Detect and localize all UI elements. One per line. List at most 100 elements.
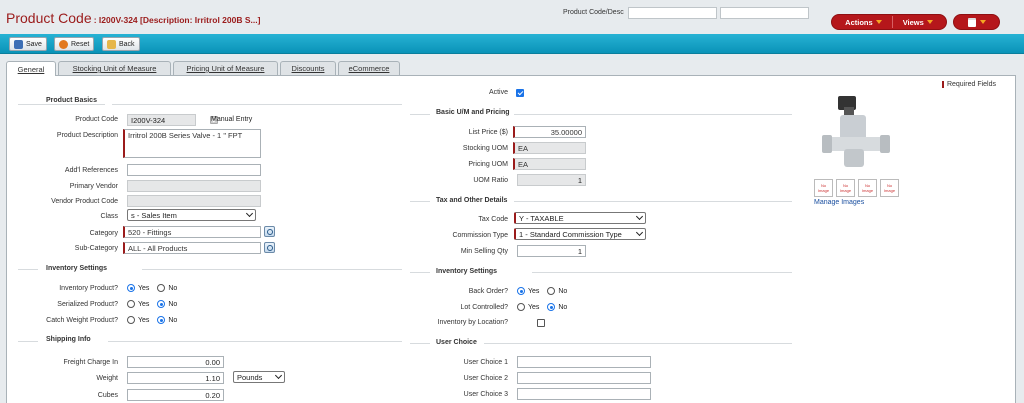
back-button[interactable]: Back [102, 37, 140, 51]
lot-controlled-label: Lot Controlled? [460, 304, 508, 311]
pricing-uom-field: EA [513, 158, 586, 170]
valve-image [822, 96, 890, 167]
thumbnail[interactable]: No Image [814, 179, 833, 197]
tab-pricing-uom[interactable]: Pricing Unit of Measure [173, 61, 278, 75]
weight-field[interactable]: 1.10 [127, 372, 224, 384]
additional-references-label: Add'l References [64, 167, 118, 174]
category-label: Category [89, 230, 118, 237]
stocking-uom-label: Stocking UOM [462, 145, 508, 152]
save-button[interactable]: Save [9, 37, 47, 51]
user-choice-2-label: User Choice 2 [463, 375, 508, 382]
manage-images-link[interactable]: Manage Images [814, 199, 864, 206]
lot-controlled-yes-radio[interactable] [517, 303, 525, 311]
reset-button[interactable]: Reset [54, 37, 95, 51]
toolbar: Save Reset Back [0, 34, 1024, 54]
user-choice-1-field[interactable] [517, 356, 651, 368]
product-description-field[interactable]: Irritrol 200B Series Valve - 1 " FPT [123, 129, 261, 158]
min-selling-qty-field[interactable]: 1 [517, 245, 586, 257]
manual-entry-label: Manual Entry [211, 116, 253, 123]
actions-button[interactable]: Actions [845, 18, 882, 27]
active-checkbox[interactable] [516, 89, 524, 98]
chevron-down-icon [875, 20, 882, 24]
thumbnail[interactable]: No Image [858, 179, 877, 197]
section-basic-um-pricing: Basic U/M and Pricing [436, 109, 510, 116]
weight-unit-select[interactable]: Pounds [233, 371, 285, 383]
catch-weight-radio-group: Yes No [127, 316, 177, 324]
back-order-label: Back Order? [468, 288, 508, 295]
chevron-down-icon [635, 229, 644, 237]
vendor-product-code-field [127, 195, 261, 207]
clipboard-icon [967, 17, 976, 27]
vendor-product-code-label: Vendor Product Code [51, 198, 118, 205]
commission-type-select[interactable]: 1 - Standard Commission Type [514, 228, 646, 240]
chevron-down-icon [926, 20, 933, 24]
section-inventory-settings: Inventory Settings [46, 265, 108, 272]
clipboard-menu-button[interactable] [953, 14, 1000, 30]
list-price-field[interactable]: 35.00000 [513, 126, 586, 138]
tax-code-label: Tax Code [478, 216, 508, 223]
cubes-label: Cubes [97, 392, 118, 399]
sub-category-search-icon[interactable] [264, 242, 275, 253]
product-code-label: Product Code [75, 116, 118, 123]
uom-ratio-field: 1 [517, 174, 586, 186]
class-label: Class [100, 213, 118, 220]
section-inventory-settings-right: Inventory Settings [436, 268, 498, 275]
back-order-radio-group: Yes No [517, 287, 567, 295]
serialized-yes-radio[interactable] [127, 300, 135, 308]
user-choice-3-field[interactable] [517, 388, 651, 400]
product-code-field: I200V-324 [127, 114, 196, 126]
views-button[interactable]: Views [903, 18, 933, 27]
inventory-by-location-checkbox[interactable] [537, 319, 546, 328]
lot-controlled-no-radio[interactable] [547, 303, 556, 311]
thumbnail[interactable]: No Image [836, 179, 855, 197]
chevron-down-icon [245, 210, 254, 218]
product-image[interactable] [814, 93, 898, 175]
tab-stocking-uom[interactable]: Stocking Unit of Measure [58, 61, 171, 75]
sub-category-field[interactable]: ALL - All Products [123, 242, 261, 254]
category-field[interactable]: 520 - Fittings [123, 226, 261, 238]
inventory-product-yes-radio[interactable] [127, 284, 135, 292]
inventory-product-label: Inventory Product? [59, 285, 118, 292]
sub-category-label: Sub-Category [74, 245, 118, 252]
serialized-no-radio[interactable] [157, 300, 166, 308]
tab-general[interactable]: General [6, 61, 56, 76]
inventory-product-radio-group: Yes No [127, 284, 177, 292]
additional-references-field[interactable] [127, 164, 261, 176]
lot-controlled-radio-group: Yes No [517, 303, 567, 311]
serialized-product-label: Serialized Product? [57, 301, 118, 308]
back-order-no-radio[interactable] [547, 287, 556, 295]
list-price-label: List Price ($) [468, 129, 508, 136]
primary-vendor-field [127, 180, 261, 192]
product-code-search-input[interactable] [628, 7, 717, 19]
page-title: Product Code : I200V-324 [Description: I… [6, 10, 261, 26]
freight-charge-label: Freight Charge In [63, 359, 118, 366]
inventory-by-location-label: Inventory by Location? [437, 319, 508, 326]
required-fields-note: Required Fields [941, 81, 996, 88]
primary-vendor-label: Primary Vendor [69, 183, 118, 190]
active-label: Active [488, 89, 508, 96]
tab-ecommerce[interactable]: eCommerce [338, 61, 400, 75]
tab-discounts[interactable]: Discounts [280, 61, 336, 75]
inventory-product-no-radio[interactable] [157, 284, 166, 292]
thumbnail[interactable]: No Image [880, 179, 899, 197]
class-select[interactable]: s - Sales Item [127, 209, 256, 221]
product-search-label: Product Code/Desc [563, 9, 624, 16]
serialized-product-radio-group: Yes No [127, 300, 177, 308]
save-icon [14, 39, 23, 49]
section-product-basics: Product Basics [46, 97, 97, 104]
category-search-icon[interactable] [264, 226, 275, 237]
chevron-down-icon [635, 213, 644, 221]
section-user-choice: User Choice [436, 339, 477, 346]
product-desc-search-input[interactable] [720, 7, 809, 19]
catch-weight-yes-radio[interactable] [127, 316, 135, 324]
tax-code-select[interactable]: Y - TAXABLE [514, 212, 646, 224]
catch-weight-no-radio[interactable] [157, 316, 166, 324]
stocking-uom-field: EA [513, 142, 586, 154]
product-description-label: Product Description [56, 132, 118, 139]
cubes-field[interactable]: 0.20 [127, 389, 224, 401]
section-tax-details: Tax and Other Details [436, 197, 508, 204]
user-choice-2-field[interactable] [517, 372, 651, 384]
freight-charge-field[interactable]: 0.00 [127, 356, 224, 368]
weight-label: Weight [96, 375, 118, 382]
back-order-yes-radio[interactable] [517, 287, 525, 295]
